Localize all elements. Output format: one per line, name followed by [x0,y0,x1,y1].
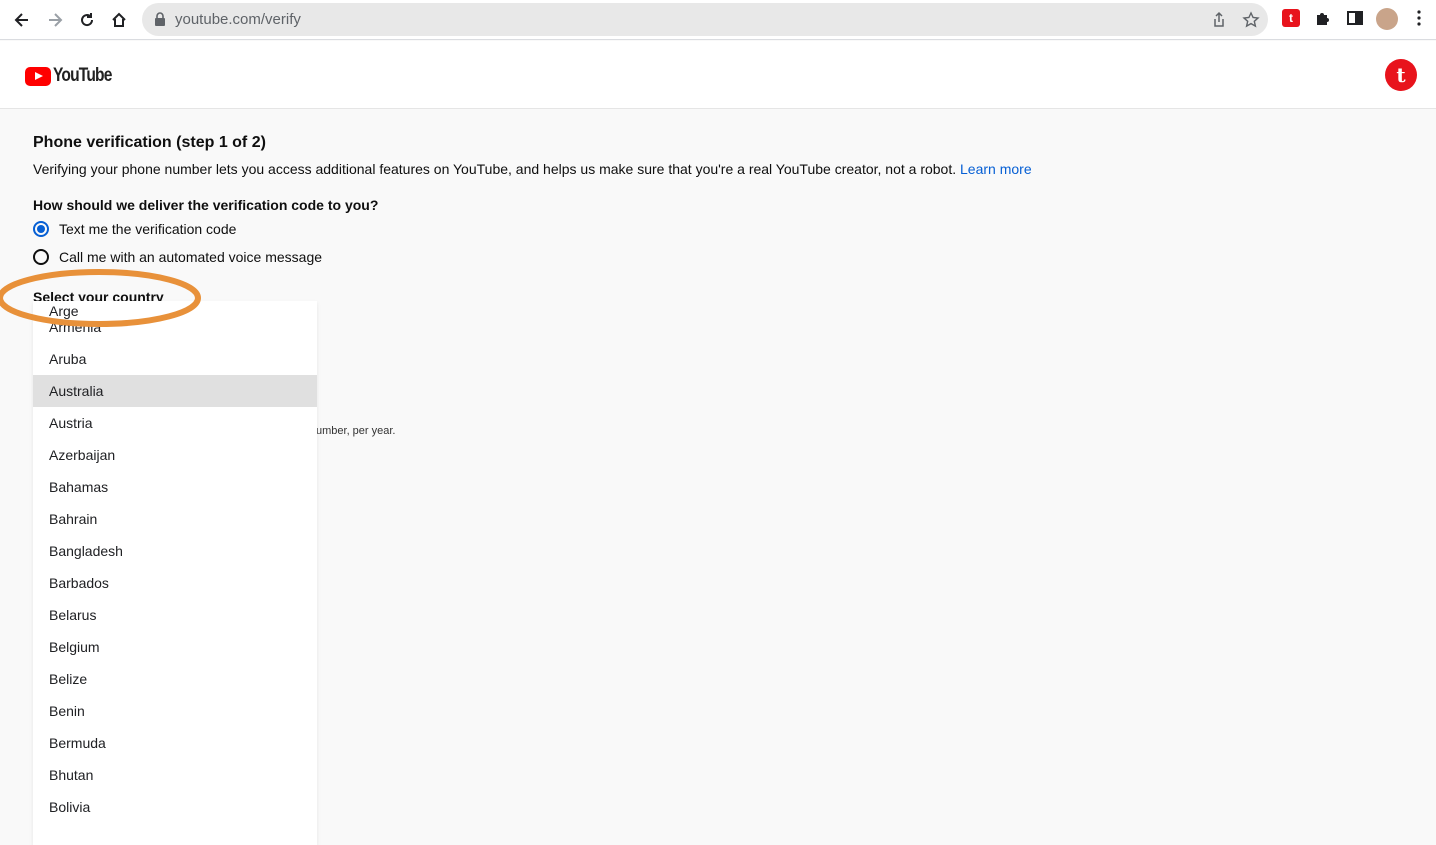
dropdown-item[interactable]: Belarus [33,599,317,631]
learn-more-link[interactable]: Learn more [960,161,1032,177]
youtube-logo[interactable]: YouTube [25,65,124,87]
back-icon[interactable] [10,8,34,32]
share-icon[interactable] [1210,11,1228,29]
dropdown-item[interactable]: Austria [33,407,317,439]
profile-avatar[interactable] [1376,8,1398,30]
page-title: Phone verification (step 1 of 2) [33,134,266,151]
account-avatar[interactable]: t [1385,59,1417,91]
dropdown-item[interactable]: Bangladesh [33,535,317,567]
home-icon[interactable] [107,8,131,32]
browser-toolbar: youtube.com/verify t [0,0,1436,40]
description-text: Verifying your phone number lets you acc… [33,161,957,177]
dropdown-item[interactable]: Australia [33,375,317,407]
forward-icon[interactable] [43,8,67,32]
dropdown-item[interactable]: Barbados [33,567,317,599]
dropdown-item[interactable]: Belgium [33,631,317,663]
option-text-message[interactable]: Text me the verification code [33,221,236,237]
bookmark-star-icon[interactable] [1242,11,1260,29]
dropdown-item[interactable]: Belize [33,663,317,695]
dropdown-item[interactable]: Bahamas [33,471,317,503]
extension-t-icon[interactable]: t [1282,9,1300,27]
dropdown-item[interactable]: Azerbaijan [33,439,317,471]
lock-icon [155,12,165,26]
description: Verifying your phone number lets you acc… [33,161,1032,177]
dropdown-item[interactable]: Bolivia [33,791,317,823]
option-text-label: Text me the verification code [59,221,237,237]
side-panel-icon[interactable] [1346,9,1364,27]
country-dropdown[interactable]: Arge Armenia Aruba Australia Austria Azerbai… [33,301,317,845]
dropdown-item[interactable]: Benin [33,695,317,727]
option-voice-call[interactable]: Call me with an automated voice message [33,249,322,265]
reload-icon[interactable] [75,8,99,32]
limit-hint: umber, per year. [316,425,396,437]
youtube-wordmark: YouTube [53,65,112,86]
youtube-play-icon [25,66,51,86]
more-vert-icon[interactable] [1410,9,1428,27]
url-text: youtube.com/verify [175,11,301,28]
radio-text-message[interactable] [33,221,49,237]
dropdown-item[interactable]: Bahrain [33,503,317,535]
country-list: Armenia Aruba Australia Austria Azerbaijan Ba… [33,311,317,823]
extensions-puzzle-icon[interactable] [1314,9,1332,27]
dropdown-item[interactable]: Aruba [33,343,317,375]
dropdown-item[interactable]: Armenia [33,311,317,343]
dropdown-item[interactable]: Bermuda [33,727,317,759]
radio-voice-call[interactable] [33,249,49,265]
address-bar[interactable]: youtube.com/verify [142,3,1268,36]
youtube-header: YouTube t [0,41,1436,109]
dropdown-item[interactable]: Bhutan [33,759,317,791]
delivery-question: How should we deliver the verification c… [33,197,379,213]
option-voice-label: Call me with an automated voice message [59,249,323,265]
